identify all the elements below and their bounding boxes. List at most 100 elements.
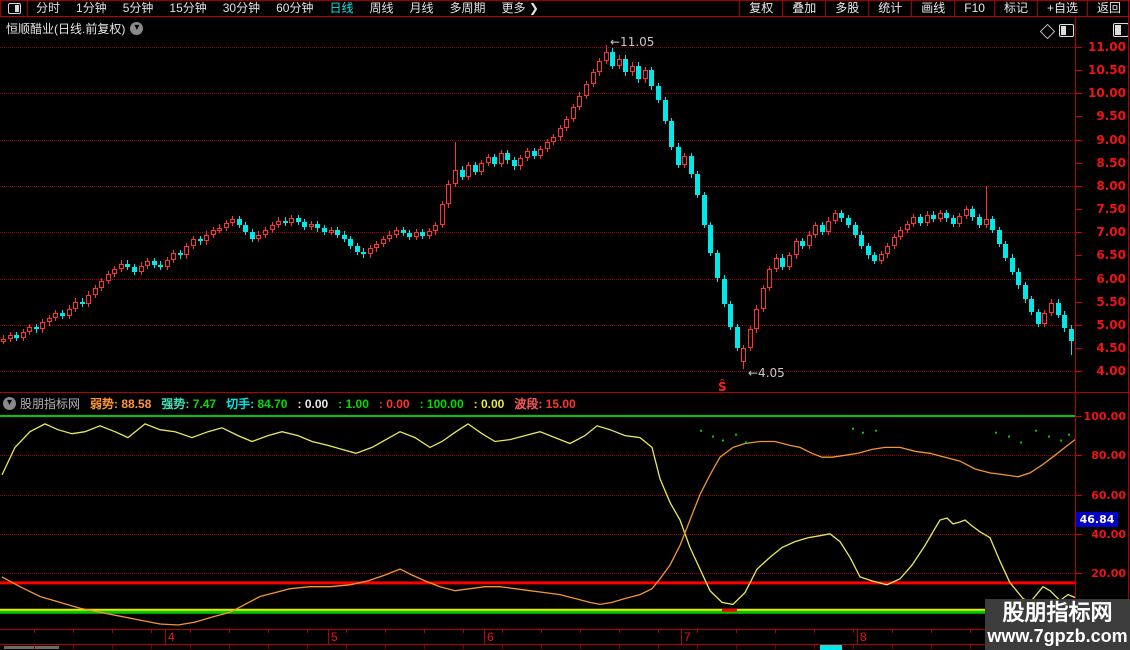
chevron-down-icon[interactable]: ▾ [130, 21, 144, 35]
tools-menu-item-0[interactable]: 复权 [739, 0, 782, 17]
candle-body [118, 263, 124, 270]
candle-body [269, 225, 275, 230]
price-tick-label: 11.00 [1088, 40, 1126, 54]
candle-body [597, 60, 603, 73]
candle-body [256, 234, 262, 240]
candle-body [963, 209, 969, 216]
candle-body [230, 219, 236, 223]
price-tick [1076, 162, 1082, 164]
candle-body [485, 157, 491, 163]
indicator-chart-area[interactable] [0, 412, 1075, 629]
candle-body [865, 246, 871, 256]
candle-body [511, 160, 517, 167]
candle-body [944, 212, 950, 219]
status-strip[interactable] [0, 645, 1130, 650]
period-menu-item-10[interactable]: 更多 ❯ [494, 0, 547, 17]
indicator-field-8: 波段: 15.00 [514, 396, 576, 411]
candle-body [891, 236, 897, 247]
period-menu-item-8[interactable]: 月线 [402, 0, 442, 17]
tools-menu: 复权 叠加 多股 统计 画线 F10 标记 +自选 返回 [739, 0, 1130, 17]
panel-divider-line[interactable] [0, 392, 1130, 393]
tools-menu-item-3[interactable]: 统计 [868, 0, 911, 17]
indicator-tick-label: 60.00 [1091, 488, 1126, 502]
price-tick [1076, 301, 1082, 303]
panel-toggle-button[interactable] [0, 0, 28, 17]
period-menu-item-1[interactable]: 1分钟 [68, 0, 115, 17]
indicator-field-0: 弱势: 88.58 [90, 396, 152, 411]
tools-menu-item-2[interactable]: 多股 [825, 0, 868, 17]
tools-menu-item-5[interactable]: F10 [954, 0, 994, 17]
indicator-field-5: : 0.00 [378, 396, 410, 411]
period-menu-item-0[interactable]: 分时 [28, 0, 68, 17]
indicator-header[interactable]: ▾ 股朋指标网 弱势: 88.58 强势: 7.47 切手: 84.70: 0.00… [0, 394, 586, 412]
tools-menu-item-8[interactable]: 返回 [1086, 0, 1130, 17]
price-tick-label: 5.00 [1096, 317, 1126, 332]
period-menu-item-3[interactable]: 15分钟 [161, 0, 214, 17]
candle-body [629, 65, 635, 73]
candle-body [590, 72, 596, 85]
candle-body [623, 58, 629, 73]
period-menu-item-6[interactable]: 日线 [321, 0, 361, 17]
candle-body [479, 162, 485, 172]
gridline-price-4 [0, 371, 1075, 373]
month-boundary-tick [165, 629, 166, 644]
candle-body [1035, 311, 1041, 324]
candle-body [177, 253, 183, 256]
price-tick [1076, 232, 1082, 234]
split-window-icon[interactable] [1059, 24, 1074, 37]
period-menu-item-2[interactable]: 5分钟 [115, 0, 162, 17]
tools-menu-item-6[interactable]: 标记 [993, 0, 1037, 17]
minor-tick-bottom [73, 645, 74, 649]
period-menu-item-4[interactable]: 30分钟 [215, 0, 268, 17]
candle-body [276, 220, 282, 226]
minor-tick-bottom [268, 645, 269, 649]
minor-tick-bottom [34, 645, 35, 649]
candle-body [1068, 328, 1074, 341]
price-tick-label: 6.50 [1096, 248, 1126, 263]
candle-body [531, 151, 537, 156]
candle-body [734, 327, 740, 348]
period-menu-item-5[interactable]: 60分钟 [268, 0, 321, 17]
candle-body [79, 301, 85, 304]
indicator-values: 弱势: 88.58 强势: 7.47 切手: 84.70: 0.00: 1.00: … [90, 395, 586, 412]
candle-body [688, 155, 694, 175]
candle-body [538, 148, 544, 156]
candle-body [459, 169, 465, 177]
price-tick [1076, 139, 1082, 141]
candle-body [983, 219, 989, 226]
tools-menu-item-1[interactable]: 叠加 [782, 0, 825, 17]
chart-title-row: 恒顺醋业(日线.前复权) ▾ [0, 18, 144, 38]
period-menu-item-7[interactable]: 周线 [361, 0, 401, 17]
minor-tick [892, 629, 893, 633]
watermark: 股朋指标网 www.7gpzb.com [985, 599, 1130, 650]
candle-body [1049, 302, 1054, 314]
period-menu-item-9[interactable]: 多周期 [442, 0, 494, 17]
candle-body [767, 269, 773, 288]
candle-body [236, 219, 242, 226]
candle-body [806, 234, 812, 247]
watermark-url: www.7gpzb.com [987, 626, 1128, 646]
candle-body [452, 169, 458, 184]
maximize-panel-icon[interactable] [1113, 23, 1129, 37]
period-menu: 分时 1分钟 5分钟 15分钟 30分钟 60分钟 日线 周线 月线 多周期 更多 ❯ [28, 0, 547, 17]
candle-body [950, 218, 956, 224]
candle-body [289, 218, 295, 223]
minor-tick-bottom [970, 645, 971, 649]
minor-tick-bottom [346, 645, 347, 649]
gridline-ind-60 [0, 494, 1075, 496]
candle-body [918, 217, 923, 223]
diamond-icon[interactable] [1039, 23, 1056, 40]
tools-menu-item-4[interactable]: 画线 [911, 0, 954, 17]
tools-menu-item-7[interactable]: +自选 [1036, 0, 1087, 17]
price-tick [1076, 209, 1082, 211]
minor-tick [34, 629, 35, 633]
candle-body [826, 220, 832, 233]
watermark-brand: 股朋指标网 [1002, 600, 1113, 625]
candle-body [223, 222, 229, 228]
candle-body [773, 257, 779, 270]
axis-separator-line [1075, 17, 1076, 644]
gridline-price-10 [0, 93, 1075, 95]
collapse-indicator-icon[interactable]: ▾ [3, 396, 16, 410]
candle-body [14, 334, 20, 338]
indicator-field-1: 强势: 7.47 [161, 396, 217, 411]
